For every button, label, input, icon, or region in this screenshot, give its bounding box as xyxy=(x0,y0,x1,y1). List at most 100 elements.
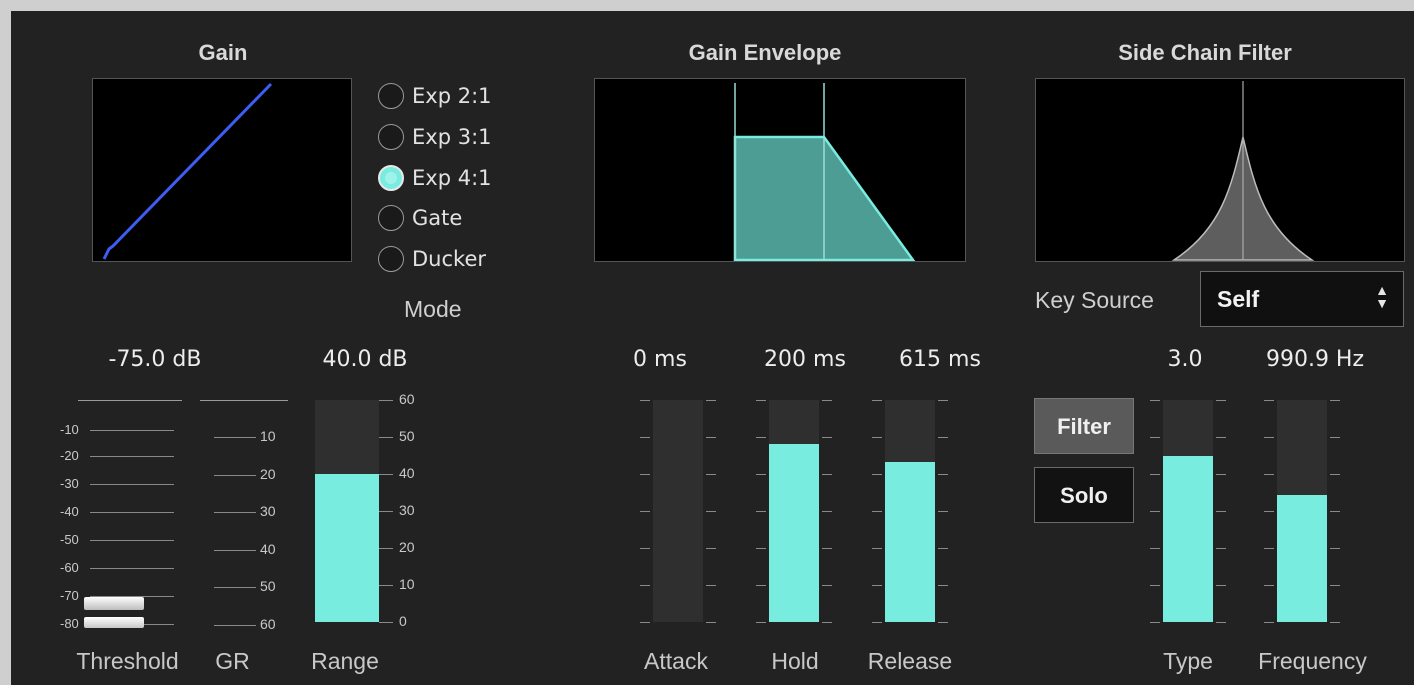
slider-fill xyxy=(885,462,935,622)
radio-button-icon xyxy=(378,246,404,272)
slider-tick-right xyxy=(706,437,716,438)
mode-option-label: Exp 3:1 xyxy=(412,125,492,149)
type-slider[interactable] xyxy=(1150,395,1226,630)
slider-tick-right xyxy=(1216,622,1226,623)
range-slider-track[interactable] xyxy=(315,400,379,622)
range-scale-tick xyxy=(379,474,393,475)
slider-tick-left xyxy=(640,622,650,623)
slider-tick-right xyxy=(1216,511,1226,512)
release-label: Release xyxy=(867,648,953,674)
solo-button[interactable]: Solo xyxy=(1034,467,1134,523)
range-label: Range xyxy=(311,648,379,674)
mode-radio-exp-2-1[interactable]: Exp 2:1 xyxy=(378,81,492,111)
release-value[interactable]: 615 ms xyxy=(880,347,1000,372)
gain-transfer-curve xyxy=(102,82,273,260)
mode-option-label: Ducker xyxy=(412,247,486,271)
slider-tick-left xyxy=(1264,622,1274,623)
key-source-select[interactable]: Self ▲ ▼ xyxy=(1200,271,1404,327)
threshold-meter[interactable]: -10 -20 -30 -40 -50 -60 -70 -80 xyxy=(60,395,190,635)
slider-tick-left xyxy=(756,548,766,549)
slider-tick-right xyxy=(706,474,716,475)
slider-tick-left xyxy=(1150,585,1160,586)
gain-reduction-meter: 10 20 30 40 50 60 xyxy=(200,395,290,635)
gr-scale-tick xyxy=(214,475,256,476)
range-slider[interactable]: 60 50 40 30 20 10 0 xyxy=(315,391,435,635)
radio-button-icon xyxy=(378,124,404,150)
hold-value[interactable]: 200 ms xyxy=(745,347,865,372)
range-scale-tick xyxy=(379,400,393,401)
range-scale-tick xyxy=(379,585,393,586)
mode-option-label: Exp 4:1 xyxy=(412,166,492,190)
gr-scale-tick xyxy=(214,625,256,626)
slider-tick-right xyxy=(938,437,948,438)
slider-tick-right xyxy=(706,622,716,623)
attack-label: Attack xyxy=(644,648,708,674)
range-scale-label: 10 xyxy=(399,576,415,592)
frequency-value[interactable]: 990.9 Hz xyxy=(1245,347,1385,372)
mode-radio-ducker[interactable]: Ducker xyxy=(378,244,486,274)
slider-track[interactable] xyxy=(653,400,703,622)
gain-envelope-title: Gain Envelope xyxy=(688,40,842,65)
threshold-scale-label: -20 xyxy=(60,448,79,463)
slider-tick-left xyxy=(1264,437,1274,438)
threshold-scale-tick xyxy=(90,512,174,513)
threshold-scale-label: -80 xyxy=(60,616,79,631)
slider-tick-left xyxy=(1150,474,1160,475)
filter-button[interactable]: Filter xyxy=(1034,398,1134,454)
slider-tick-left xyxy=(756,585,766,586)
slider-tick-right xyxy=(1216,548,1226,549)
threshold-label: Threshold xyxy=(76,648,179,674)
slider-tick-right xyxy=(822,400,832,401)
attack-value[interactable]: 0 ms xyxy=(615,347,705,372)
mode-label: Mode xyxy=(404,296,462,322)
key-source-label: Key Source xyxy=(1035,287,1154,313)
mode-radio-exp-4-1[interactable]: Exp 4:1 xyxy=(378,163,492,193)
slider-track[interactable] xyxy=(1277,400,1327,622)
hold-slider[interactable] xyxy=(756,395,832,630)
slider-track[interactable] xyxy=(769,400,819,622)
slider-tick-left xyxy=(1150,622,1160,623)
slider-tick-right xyxy=(938,622,948,623)
slider-tick-left xyxy=(1264,511,1274,512)
slider-track[interactable] xyxy=(1163,400,1213,622)
frequency-label: Frequency xyxy=(1258,648,1367,674)
type-value[interactable]: 3.0 xyxy=(1145,347,1225,372)
side-chain-filter-title: Side Chain Filter xyxy=(1118,40,1292,65)
filter-response-graph xyxy=(1171,81,1315,261)
gr-scale-label: 20 xyxy=(260,466,276,482)
range-scale-tick xyxy=(379,437,393,438)
mode-radio-exp-3-1[interactable]: Exp 3:1 xyxy=(378,122,492,152)
range-scale-label: 50 xyxy=(399,428,415,444)
slider-tick-left xyxy=(1150,400,1160,401)
slider-tick-right xyxy=(1330,437,1340,438)
range-value[interactable]: 40.0 dB xyxy=(300,347,430,372)
gr-label: GR xyxy=(215,648,250,674)
slider-tick-left xyxy=(1150,511,1160,512)
release-slider[interactable] xyxy=(872,395,948,630)
attack-slider[interactable] xyxy=(640,395,716,630)
slider-tick-left xyxy=(872,511,882,512)
slider-track[interactable] xyxy=(885,400,935,622)
gr-scale-label: 10 xyxy=(260,428,276,444)
range-scale-tick xyxy=(379,548,393,549)
slider-tick-right xyxy=(822,585,832,586)
mode-radio-gate[interactable]: Gate xyxy=(378,203,462,233)
slider-tick-right xyxy=(938,585,948,586)
threshold-slider-handle[interactable] xyxy=(84,597,144,610)
frequency-slider[interactable] xyxy=(1264,395,1340,630)
mode-option-label: Exp 2:1 xyxy=(412,84,492,108)
slider-tick-right xyxy=(706,585,716,586)
gr-scale-label: 30 xyxy=(260,503,276,519)
threshold-value[interactable]: -75.0 dB xyxy=(80,347,230,372)
range-scale-label: 20 xyxy=(399,539,415,555)
meter-top-line xyxy=(78,400,182,401)
slider-tick-left xyxy=(640,400,650,401)
slider-tick-right xyxy=(1330,622,1340,623)
range-slider-fill xyxy=(315,474,379,622)
threshold-scale-label: -60 xyxy=(60,560,79,575)
slider-tick-right xyxy=(822,548,832,549)
slider-tick-right xyxy=(938,400,948,401)
slider-tick-left xyxy=(1264,548,1274,549)
slider-tick-right xyxy=(822,511,832,512)
gr-scale-label: 60 xyxy=(260,616,276,632)
